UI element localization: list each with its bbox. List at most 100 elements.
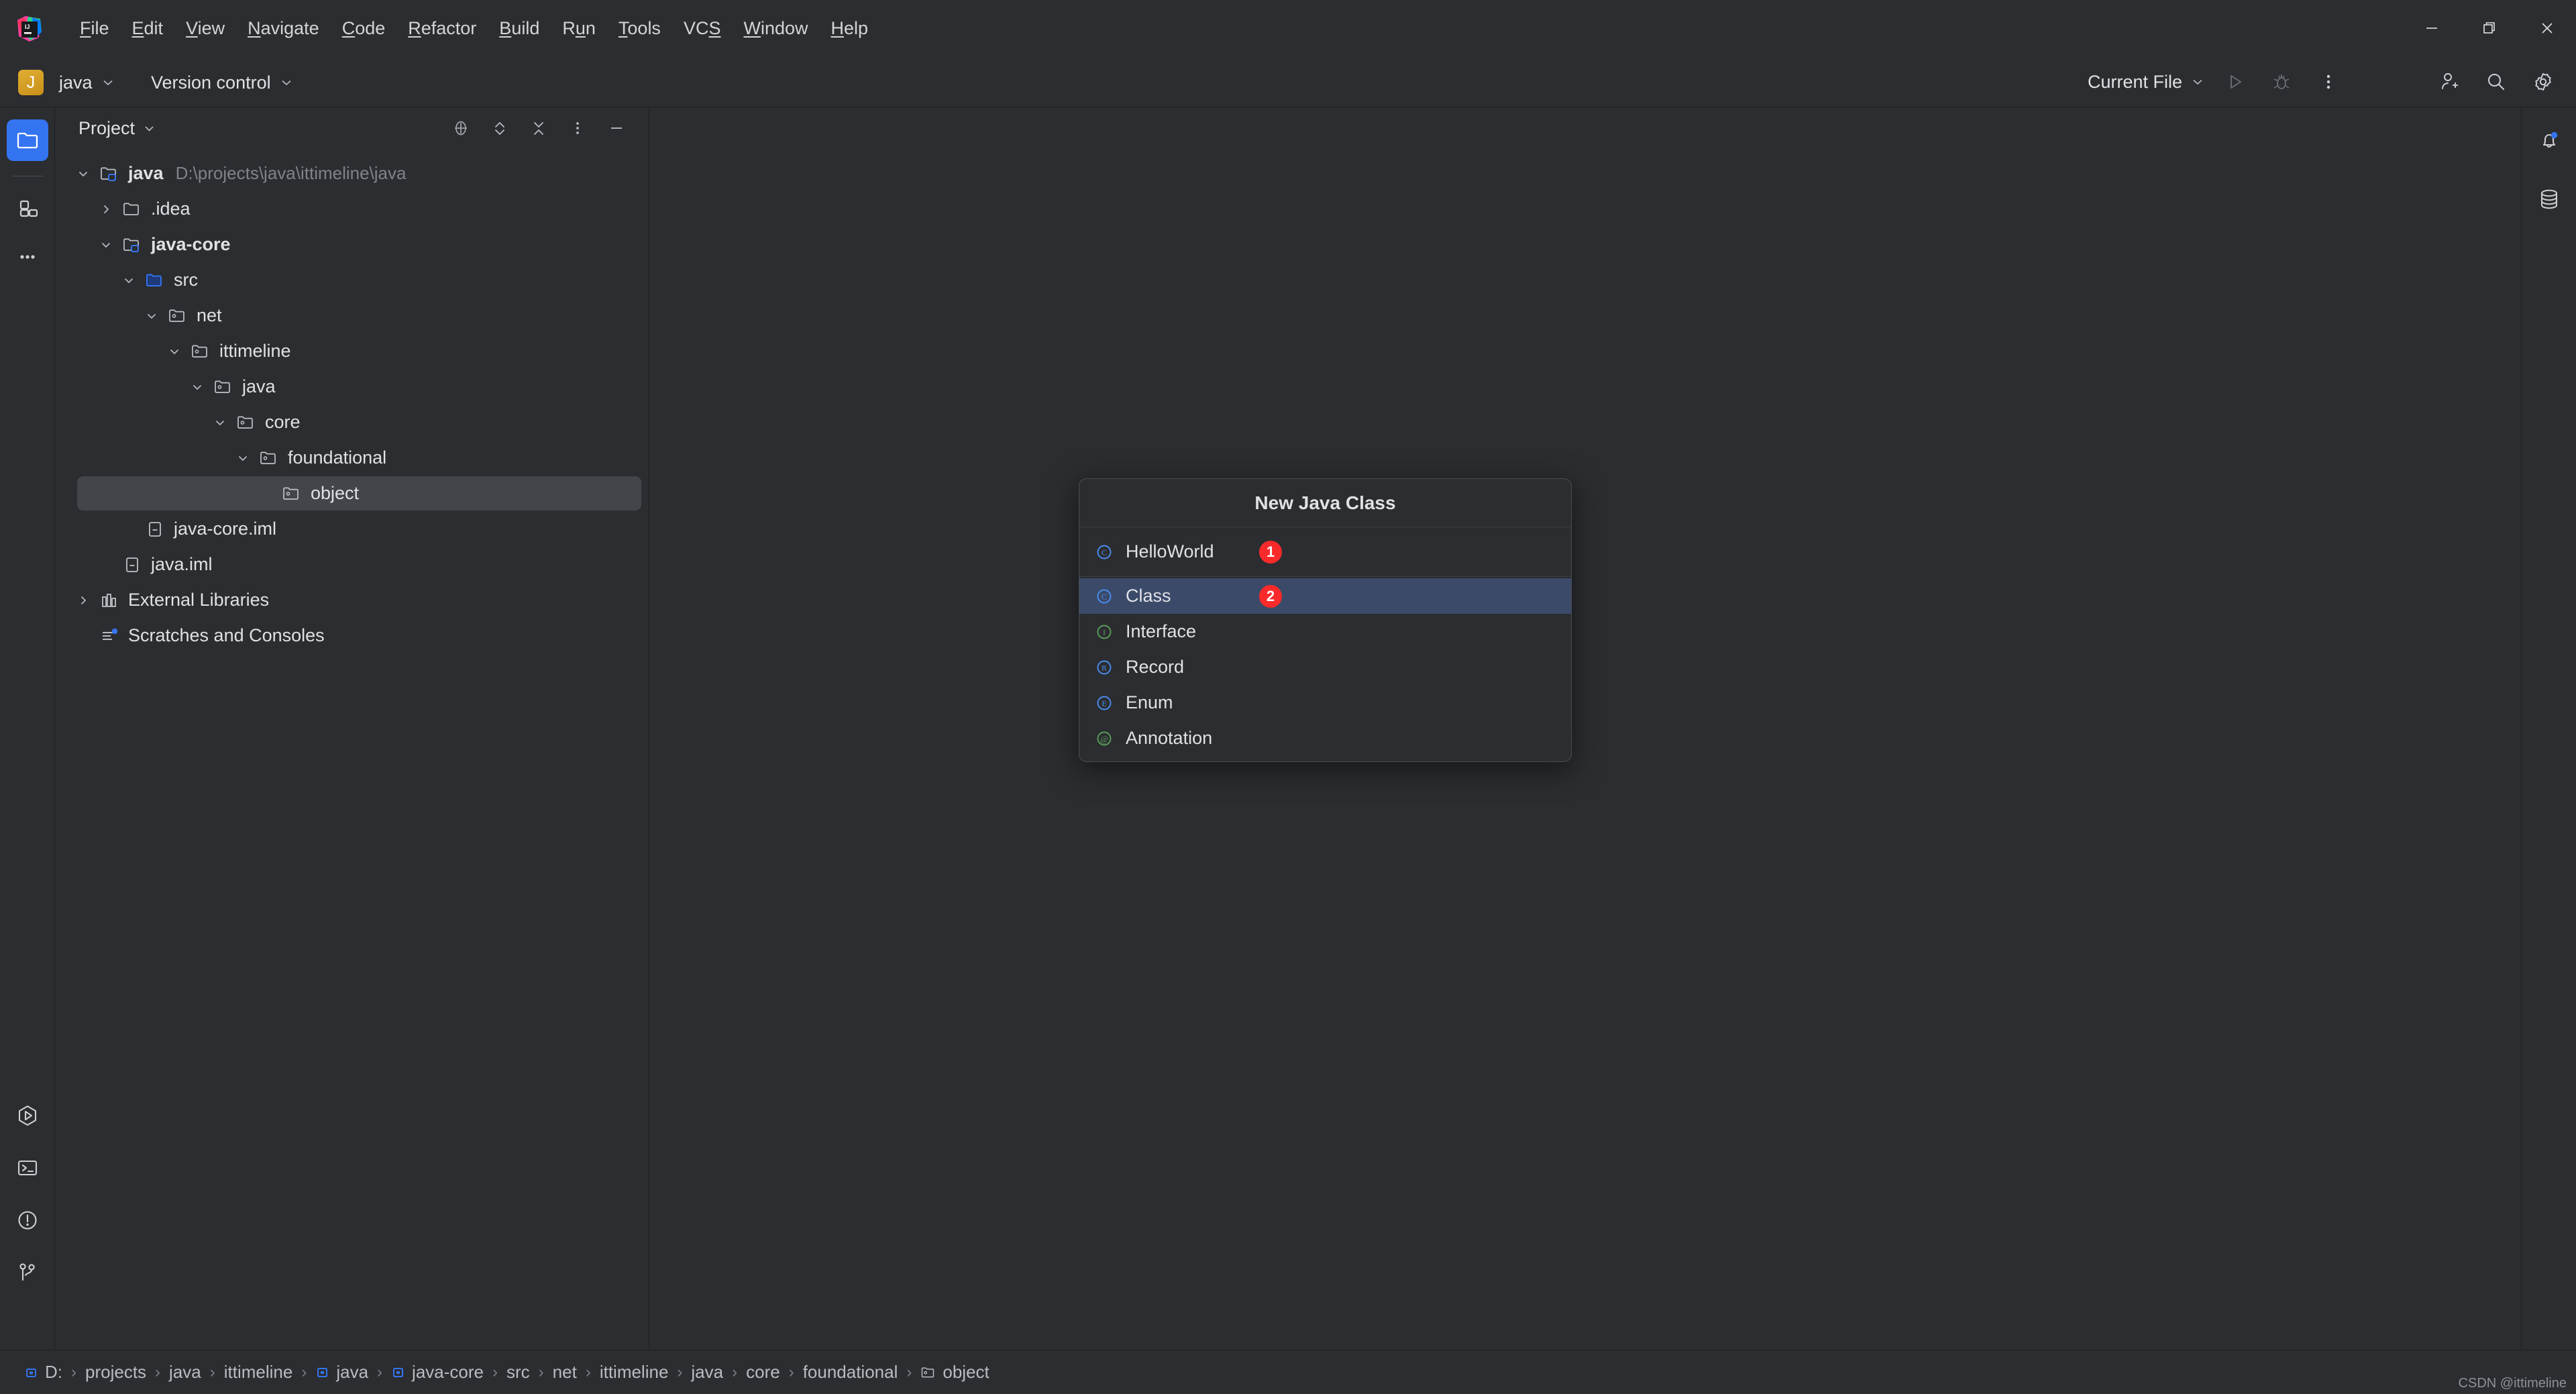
- run-icon[interactable]: [2211, 56, 2258, 107]
- sidebar-item-version-control[interactable]: [7, 1252, 48, 1293]
- menu-item-refactor[interactable]: Refactor: [396, 0, 488, 56]
- tree-expander-chevron-down-icon[interactable]: [93, 238, 119, 252]
- tree-row[interactable]: net: [55, 298, 649, 333]
- class-kind-item[interactable]: E Enum: [1079, 685, 1571, 720]
- tree-row[interactable]: java-core.iml: [55, 511, 649, 547]
- tree-expander-chevron-down-icon[interactable]: [229, 451, 256, 465]
- tree-row[interactable]: java D:\projects\java\ittimeline\java: [55, 156, 649, 191]
- debug-icon[interactable]: [2258, 56, 2305, 107]
- tree-row[interactable]: java: [55, 369, 649, 405]
- menu-item-file[interactable]: File: [68, 0, 121, 56]
- sidebar-item-terminal[interactable]: [7, 1147, 48, 1189]
- sidebar-item-database[interactable]: [2528, 178, 2570, 220]
- menu-item-code[interactable]: Code: [331, 0, 397, 56]
- close-button[interactable]: [2518, 0, 2576, 56]
- scratches-icon: [97, 626, 122, 646]
- tree-expander-chevron-down-icon[interactable]: [207, 416, 233, 429]
- tree-row[interactable]: .idea: [55, 191, 649, 227]
- breadcrumb-item[interactable]: foundational: [802, 1362, 900, 1383]
- breadcrumb-item[interactable]: projects: [84, 1362, 148, 1383]
- menu-item-run[interactable]: Run: [551, 0, 607, 56]
- menu-item-navigate[interactable]: Navigate: [236, 0, 331, 56]
- breadcrumb-item[interactable]: ittimeline: [598, 1362, 670, 1383]
- class-kind-item[interactable]: @ Annotation: [1079, 720, 1571, 756]
- chevron-down-icon: [143, 122, 156, 135]
- class-kind-list[interactable]: C Class 2 I Interface R Record E Enum @ Annotation: [1079, 577, 1571, 756]
- class-kind-item[interactable]: R Record: [1079, 649, 1571, 685]
- tree-row[interactable]: src: [55, 262, 649, 298]
- tree-row-label: java-core.iml: [174, 519, 277, 539]
- breadcrumb-item[interactable]: java-core: [390, 1362, 485, 1383]
- tree-row-label: object: [311, 483, 360, 503]
- sidebar-item-run[interactable]: [7, 1095, 48, 1136]
- version-control-selector[interactable]: Version control: [144, 70, 300, 95]
- sidebar-item-more-tool-windows[interactable]: [7, 236, 48, 278]
- blocks-icon: [16, 197, 39, 220]
- sidebar-item-project[interactable]: [7, 119, 48, 161]
- tree-row[interactable]: ittimeline: [55, 333, 649, 369]
- breadcrumb-item[interactable]: core: [745, 1362, 782, 1383]
- sidebar-item-problems[interactable]: [7, 1199, 48, 1241]
- expand-all-button[interactable]: [480, 109, 519, 148]
- hide-panel-button[interactable]: [597, 109, 636, 148]
- menu-bar: File Edit View Navigate Code Refactor Bu…: [68, 0, 879, 56]
- breadcrumb-item[interactable]: java: [314, 1362, 370, 1383]
- project-tree[interactable]: java D:\projects\java\ittimeline\java .ide…: [55, 156, 649, 653]
- tree-expander-chevron-right-icon[interactable]: [70, 594, 97, 607]
- tree-row[interactable]: java.iml: [55, 547, 649, 582]
- breadcrumb-item[interactable]: D:: [23, 1362, 64, 1383]
- breadcrumb-separator: ›: [788, 1362, 794, 1381]
- tree-row[interactable]: java-core: [55, 227, 649, 262]
- breadcrumb-item[interactable]: ittimeline: [223, 1362, 294, 1383]
- tree-row[interactable]: Scratches and Consoles: [55, 618, 649, 653]
- ide-window: IJ File Edit View Navigate Code Refactor…: [0, 0, 2576, 1394]
- run-configuration-selector[interactable]: Current File: [2081, 69, 2211, 95]
- menu-item-build[interactable]: Build: [488, 0, 551, 56]
- popup-title: New Java Class: [1079, 479, 1571, 527]
- add-user-icon[interactable]: [2426, 56, 2473, 107]
- project-panel-title-group[interactable]: Project: [78, 118, 156, 139]
- menu-item-view[interactable]: View: [174, 0, 236, 56]
- more-vertical-icon[interactable]: [2305, 56, 2352, 107]
- panel-options-button[interactable]: [558, 109, 597, 148]
- tree-expander-chevron-down-icon[interactable]: [138, 309, 165, 323]
- interface-icon: I: [1094, 622, 1114, 642]
- sidebar-item-notifications[interactable]: [2528, 119, 2570, 161]
- annotation-badge-2: 2: [1259, 585, 1282, 608]
- select-opened-file-button[interactable]: [441, 109, 480, 148]
- class-kind-item[interactable]: C Class 2: [1079, 578, 1571, 614]
- menu-item-window[interactable]: Window: [732, 0, 819, 56]
- breadcrumb-item[interactable]: net: [551, 1362, 578, 1383]
- breadcrumb-item[interactable]: java: [690, 1362, 724, 1383]
- search-icon[interactable]: [2473, 56, 2520, 107]
- restore-button[interactable]: [2461, 0, 2518, 56]
- class-name-input[interactable]: C HelloWorld 1: [1079, 527, 1571, 577]
- tree-expander-chevron-down-icon[interactable]: [184, 380, 211, 394]
- breadcrumb[interactable]: D: › projects › java › ittimeline › java › java-co…: [23, 1362, 991, 1383]
- tree-row[interactable]: foundational: [55, 440, 649, 476]
- package-icon: [188, 341, 213, 362]
- menu-item-help[interactable]: Help: [820, 0, 880, 56]
- tree-expander-chevron-right-icon[interactable]: [93, 203, 119, 216]
- breadcrumb-item[interactable]: java: [168, 1362, 203, 1383]
- menu-item-tools[interactable]: Tools: [607, 0, 672, 56]
- menu-item-vcs[interactable]: VCS: [672, 0, 733, 56]
- tree-expander-chevron-down-icon[interactable]: [70, 167, 97, 180]
- tree-row[interactable]: core: [55, 405, 649, 440]
- breadcrumb-item[interactable]: object: [919, 1362, 990, 1383]
- tree-expander-chevron-down-icon[interactable]: [161, 345, 188, 358]
- menu-item-edit[interactable]: Edit: [121, 0, 175, 56]
- sidebar-item-structure[interactable]: [7, 188, 48, 229]
- project-selector[interactable]: java: [52, 70, 121, 95]
- class-icon: C: [1094, 542, 1114, 562]
- class-kind-item[interactable]: I Interface: [1079, 614, 1571, 649]
- collapse-all-button[interactable]: [519, 109, 558, 148]
- minimize-button[interactable]: [2403, 0, 2461, 56]
- tree-row[interactable]: External Libraries: [55, 582, 649, 618]
- tree-expander-chevron-down-icon[interactable]: [115, 274, 142, 287]
- gear-icon[interactable]: [2520, 56, 2567, 107]
- breadcrumb-label: ittimeline: [599, 1362, 669, 1382]
- source-root-icon: [142, 270, 168, 290]
- tree-row[interactable]: object: [55, 476, 649, 511]
- breadcrumb-item[interactable]: src: [505, 1362, 531, 1383]
